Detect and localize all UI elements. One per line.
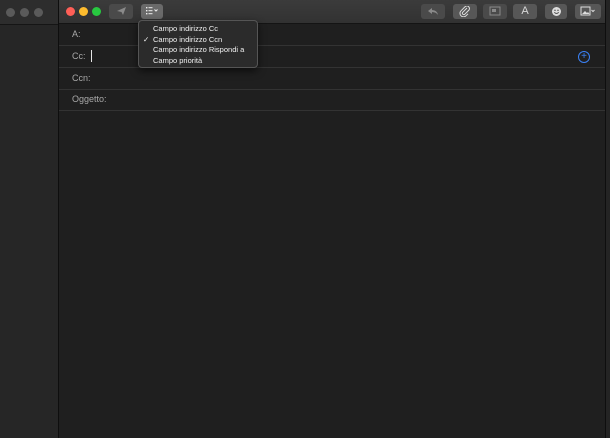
photo-browser-icon (483, 6, 507, 16)
checkmark-icon: ✓ (143, 34, 150, 44)
list-chevron-icon (141, 6, 163, 15)
format-label: A (521, 5, 529, 17)
text-cursor (91, 50, 92, 62)
format-button[interactable]: A (513, 4, 537, 19)
menu-item-priority-field[interactable]: Campo priorità (139, 56, 257, 67)
background-window[interactable] (0, 0, 59, 438)
close-button[interactable] (66, 7, 75, 16)
attach-button[interactable] (453, 4, 477, 19)
menu-item-label: Campo indirizzo Cc (153, 24, 219, 33)
paper-plane-icon (109, 6, 133, 16)
menu-item-label: Campo indirizzo Ccn (153, 34, 223, 44)
background-close-light[interactable] (6, 8, 15, 17)
header-fields-menu: Campo indirizzo Cc ✓ Campo indirizzo Ccn… (138, 20, 258, 68)
insert-photo-button[interactable] (575, 4, 601, 19)
plus-circle-icon[interactable]: + (578, 51, 590, 63)
zoom-button[interactable] (92, 7, 101, 16)
reply-arrow-icon (421, 6, 445, 16)
menu-item-reply-to-field[interactable]: Campo indirizzo Rispondi a (139, 45, 257, 56)
background-zoom-light[interactable] (34, 8, 43, 17)
send-button[interactable] (109, 4, 133, 19)
cc-label: Cc: (72, 51, 86, 61)
screen: A A: Cc: + Ccn: Oggetto: Campo indirizzo… (0, 0, 610, 438)
subject-label: Oggetto: (72, 94, 107, 104)
bcc-field[interactable]: Ccn: (59, 68, 605, 90)
menu-item-cc-field[interactable]: Campo indirizzo Cc (139, 24, 257, 35)
background-minimize-light[interactable] (20, 8, 29, 17)
message-body[interactable] (59, 111, 605, 438)
menu-item-label: Campo priorità (153, 55, 203, 65)
reply-button[interactable] (421, 4, 445, 19)
smiley-icon (545, 6, 567, 17)
subject-field[interactable]: Oggetto: (59, 89, 605, 111)
to-label: A: (72, 29, 81, 39)
photo-browser-button[interactable] (483, 4, 507, 19)
menu-item-bcc-field[interactable]: ✓ Campo indirizzo Ccn (139, 35, 257, 46)
bcc-label: Ccn: (72, 73, 91, 83)
menu-item-label: Campo indirizzo Rispondi a (153, 45, 245, 54)
minimize-button[interactable] (79, 7, 88, 16)
paperclip-icon (453, 6, 477, 17)
header-fields-button[interactable] (141, 4, 163, 19)
image-chevron-icon (575, 6, 601, 16)
emoji-button[interactable] (545, 4, 567, 19)
background-window-titlebar[interactable] (0, 0, 58, 25)
